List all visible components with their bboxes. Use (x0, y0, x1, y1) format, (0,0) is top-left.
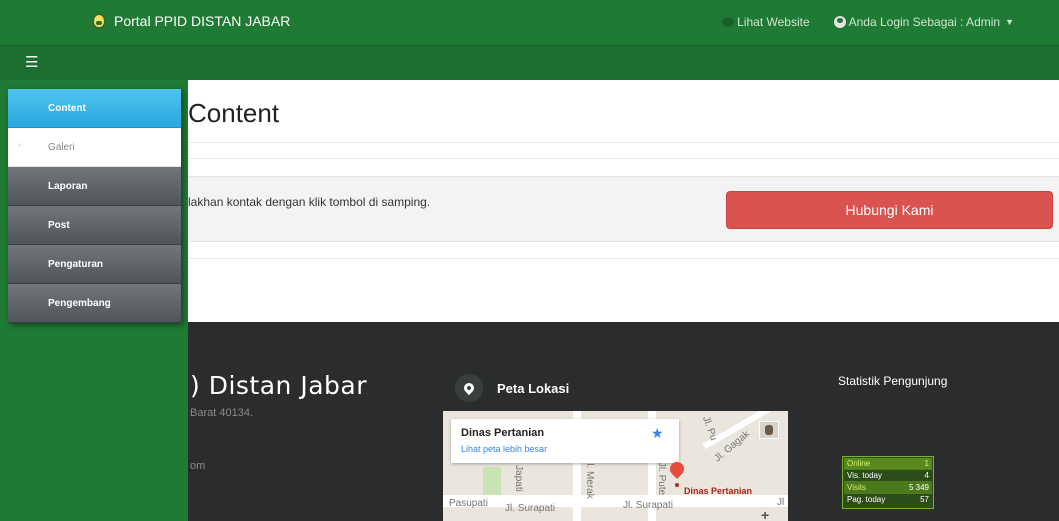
view-larger-map-link[interactable]: Lihat peta lebih besar (461, 444, 547, 454)
sidebar-item-laporan[interactable]: Laporan (8, 167, 181, 206)
sidebar-item-label: Galeri (48, 141, 75, 153)
divider (188, 258, 1059, 259)
sidebar-menu: Content › Galeri Laporan Post Pengaturan… (8, 89, 181, 323)
stat-label: Online (847, 459, 871, 468)
view-website-label: Lihat Website (737, 15, 810, 29)
user-menu-label: Anda Login Sebagai : Admin (848, 15, 1001, 29)
user-icon (833, 16, 846, 28)
sidebar-item-pengaturan[interactable]: Pengaturan (8, 245, 181, 284)
map-street-label: Jl. Merak (583, 458, 595, 499)
stat-row: Vis. today 4 (844, 470, 932, 482)
visitor-stats-widget: Online 1 Vis. today 4 Visits 5 349 Pag. … (842, 456, 934, 509)
sidebar-item-post[interactable]: Post (8, 206, 181, 245)
map-title: Peta Lokasi (497, 380, 570, 396)
map-info-window: Dinas Pertanian Lihat peta lebih besar ★ (451, 419, 679, 463)
sidebar-item-label: Pengembang (48, 297, 111, 309)
stat-row: Visits 5 349 (844, 482, 932, 494)
star-icon[interactable]: ★ (651, 425, 664, 442)
map-road (443, 495, 788, 507)
map-street-label: Jl. Pu (700, 414, 719, 443)
footer-address: Barat 40134. (190, 407, 253, 419)
stat-label: Pag. today (847, 495, 886, 504)
brand[interactable]: Portal PPID DISTAN JABAR (92, 13, 290, 29)
globe-icon (722, 17, 735, 27)
logo-icon (92, 13, 106, 29)
street-view-icon[interactable] (759, 421, 779, 439)
footer-title: ) Distan Jabar (190, 371, 367, 400)
map-heading: Peta Lokasi (455, 374, 569, 402)
location-map[interactable]: Pasupati Jl. Surapati Jl. Surapati Jl. G… (443, 411, 788, 521)
sub-navbar: ☰ (0, 46, 1059, 80)
top-navbar: Portal PPID DISTAN JABAR Lihat Website A… (0, 0, 1059, 46)
stat-row: Pag. today 57 (844, 494, 932, 506)
sidebar-item-label: Content (48, 102, 86, 114)
sidebar-item-label: Post (48, 219, 70, 231)
stat-value: 4 (924, 471, 929, 480)
map-marker-dot (675, 483, 679, 487)
sidebar-item-pengembang[interactable]: Pengembang (8, 284, 181, 323)
divider (188, 158, 1059, 159)
zoom-in-icon[interactable]: + (761, 507, 769, 521)
caret-down-icon: ▼ (1005, 17, 1014, 27)
chevron-right-icon: › (18, 140, 21, 149)
stat-value: 1 (924, 459, 929, 468)
stat-label: Vis. today (847, 471, 882, 480)
brand-title: Portal PPID DISTAN JABAR (114, 13, 291, 29)
map-pin-icon (455, 374, 483, 402)
sidebar-item-galeri[interactable]: › Galeri (8, 128, 181, 167)
contact-band: lakhan kontak dengan klik tombol di samp… (188, 176, 1059, 242)
contact-text: lakhan kontak dengan klik tombol di samp… (188, 195, 431, 209)
stat-label: Visits (847, 483, 866, 492)
divider (188, 142, 1059, 143)
hamburger-icon[interactable]: ☰ (25, 55, 38, 70)
stat-row: Online 1 (844, 458, 932, 470)
sidebar: Content › Galeri Laporan Post Pengaturan… (0, 80, 188, 521)
map-park (483, 467, 501, 495)
top-links: Lihat Website Anda Login Sebagai : Admin… (722, 15, 1014, 29)
map-marker-label: Dinas Pertanian (684, 486, 753, 496)
page-title: Content (188, 98, 280, 128)
map-street-label: Jl. Surapati (623, 500, 674, 511)
map-place-name: Dinas Pertanian (461, 427, 545, 439)
map-street-label: Jl. Surapati (505, 503, 556, 514)
stats-title: Statistik Pengunjung (838, 374, 948, 388)
map-street-label: Jl. Pute (656, 461, 668, 496)
user-menu-toggle[interactable]: Anda Login Sebagai : Admin ▼ (833, 15, 1014, 29)
stat-value: 57 (920, 495, 929, 504)
contact-us-button[interactable]: Hubungi Kami (726, 191, 1053, 229)
sidebar-item-label: Pengaturan (48, 258, 104, 270)
sidebar-item-content[interactable]: Content (8, 89, 181, 128)
view-website-link[interactable]: Lihat Website (722, 15, 810, 29)
sidebar-item-label: Laporan (48, 180, 88, 192)
stat-value: 5 349 (908, 483, 929, 492)
map-street-label: Jl (777, 497, 785, 508)
map-street-label: Japati (512, 465, 524, 492)
map-street-label: Pasupati (449, 498, 488, 509)
footer-email: om (190, 460, 206, 472)
